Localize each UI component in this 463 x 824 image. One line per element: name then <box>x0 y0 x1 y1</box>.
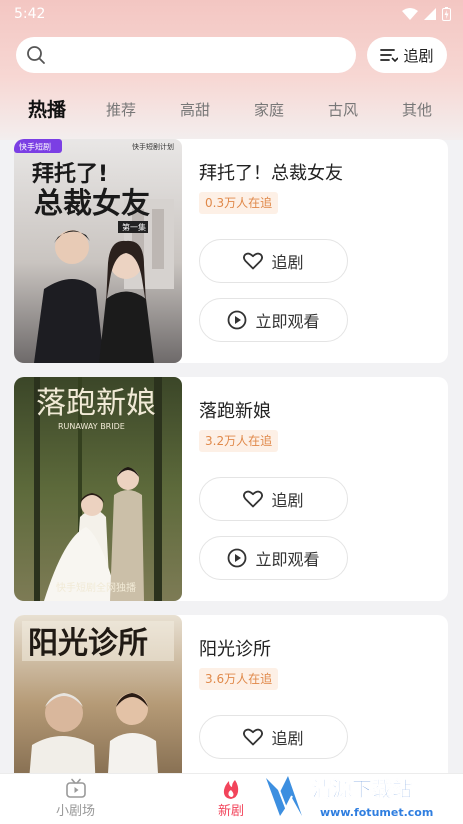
follower-count-badge: 0.3万人在追 <box>199 192 279 214</box>
follow-button[interactable]: 追剧 <box>199 239 348 283</box>
tab-recommend[interactable]: 推荐 <box>106 99 136 120</box>
play-icon <box>228 548 247 568</box>
flame-icon <box>223 780 239 799</box>
nav-new-drama-label: 新剧 <box>218 804 245 819</box>
tab-family[interactable]: 家庭 <box>254 99 284 120</box>
drama-poster[interactable]: 快手短剧 快手短剧计划 拜托了! 总裁女友 第一集 <box>14 139 182 363</box>
tab-hot[interactable]: 热播 <box>28 95 66 122</box>
follow-list-label: 追剧 <box>403 46 434 65</box>
status-bar: 5:42 <box>0 0 463 28</box>
heart-icon <box>243 252 264 270</box>
follow-button[interactable]: 追剧 <box>199 715 348 759</box>
follower-count-badge: 3.6万人在追 <box>199 668 279 690</box>
follow-label: 追剧 <box>271 253 304 272</box>
list-icon <box>380 49 399 62</box>
tab-sweet[interactable]: 高甜 <box>180 99 210 120</box>
search-row: 追剧 <box>16 37 447 73</box>
heart-icon <box>243 490 264 508</box>
follow-button[interactable]: 追剧 <box>199 477 348 521</box>
wifi-icon <box>402 8 418 20</box>
nav-new-drama[interactable]: 新剧 <box>218 778 244 819</box>
follow-list-button[interactable]: 追剧 <box>367 37 447 73</box>
nav-theater[interactable]: 小剧场 <box>56 778 95 819</box>
poster-badge: 快手短剧 <box>19 142 51 152</box>
watermark-url: www.fotumet.com <box>320 806 433 819</box>
tab-ancient[interactable]: 古风 <box>328 99 358 120</box>
poster-title: 阳光诊所 <box>28 626 148 661</box>
drama-poster[interactable]: 阳光诊所 <box>14 615 182 785</box>
nav-theater-label: 小剧场 <box>56 804 96 819</box>
watermark-text: 清源下载站 <box>312 777 412 801</box>
watermark-logo: 清源下载站 www.fotumet.com <box>262 768 458 824</box>
tab-other[interactable]: 其他 <box>402 99 432 120</box>
follow-label: 追剧 <box>271 729 304 748</box>
drama-card[interactable]: 快手短剧 快手短剧计划 拜托了! 总裁女友 第一集 拜托了！总裁女友 0.3万人… <box>14 139 448 363</box>
drama-title[interactable]: 阳光诊所 <box>199 635 271 661</box>
search-box[interactable] <box>16 37 356 73</box>
status-icons <box>402 7 451 21</box>
drama-card[interactable]: 落跑新娘 RUNAWAY BRIDE 快手短剧全网独播 落跑新娘 3.2万人在追… <box>14 377 448 601</box>
tv-icon <box>65 778 86 798</box>
search-icon <box>27 46 45 64</box>
status-time: 5:42 <box>14 6 46 22</box>
battery-icon <box>442 7 451 21</box>
category-tabs: 热播 推荐 高甜 家庭 古风 其他 <box>0 92 463 124</box>
signal-icon <box>424 8 436 20</box>
poster-title: 落跑新娘 <box>36 386 156 421</box>
search-input[interactable] <box>52 47 342 63</box>
watch-now-button[interactable]: 立即观看 <box>199 536 348 580</box>
poster-title: 拜托了! <box>32 162 108 187</box>
follower-count-badge: 3.2万人在追 <box>199 430 279 452</box>
poster-subtitle: RUNAWAY BRIDE <box>58 422 125 431</box>
drama-card[interactable]: 阳光诊所 阳光诊所 3.6万人在追 追剧 <box>14 615 448 785</box>
watch-now-label: 立即观看 <box>255 550 320 569</box>
poster-bottom-text: 快手短剧全网独播 <box>56 581 136 594</box>
poster-top-text: 快手短剧计划 <box>132 142 174 151</box>
heart-icon <box>243 728 264 746</box>
drama-title[interactable]: 拜托了！总裁女友 <box>199 159 343 185</box>
follow-label: 追剧 <box>271 491 304 510</box>
watch-now-button[interactable]: 立即观看 <box>199 298 348 342</box>
watch-now-label: 立即观看 <box>255 312 320 331</box>
play-icon <box>228 310 247 330</box>
drama-poster[interactable]: 落跑新娘 RUNAWAY BRIDE 快手短剧全网独播 <box>14 377 182 601</box>
drama-title[interactable]: 落跑新娘 <box>199 397 271 423</box>
poster-title-line2: 总裁女友 <box>34 186 150 220</box>
poster-episode: 第一集 <box>122 222 146 232</box>
